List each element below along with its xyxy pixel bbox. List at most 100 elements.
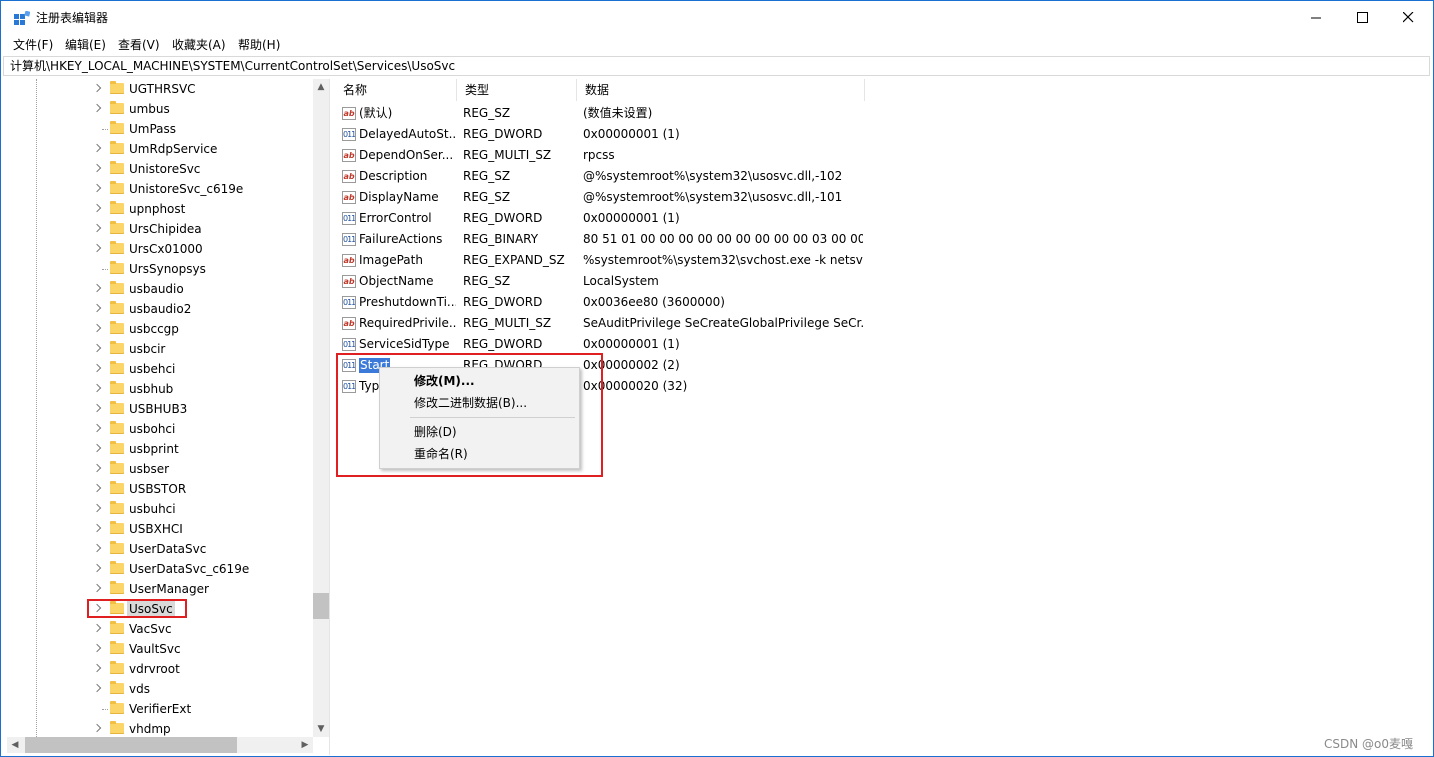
value-row[interactable]: ab ImagePath REG_EXPAND_SZ %systemroot%\sys… bbox=[335, 250, 895, 271]
chevron-right-icon[interactable] bbox=[92, 323, 102, 333]
maximize-button[interactable] bbox=[1339, 1, 1385, 34]
tree-item[interactable]: vhdmp bbox=[7, 719, 317, 739]
column-header-type[interactable]: 类型 bbox=[457, 79, 577, 101]
value-row[interactable]: ab RequiredPrivile... REG_MULTI_SZ SeAuditP… bbox=[335, 313, 895, 334]
tree-item[interactable]: vdrvroot bbox=[7, 659, 317, 679]
tree-horizontal-scrollbar[interactable]: ◀ ▶ bbox=[7, 737, 313, 753]
tree-item[interactable]: UrsCx01000 bbox=[7, 239, 317, 259]
tree-item[interactable]: usbccgp bbox=[7, 319, 317, 339]
scroll-right-icon[interactable]: ▶ bbox=[297, 737, 313, 753]
menu-help[interactable]: 帮助(H) bbox=[238, 37, 280, 53]
tree-scroll-thumb[interactable] bbox=[313, 593, 329, 619]
tree-item[interactable]: usbser bbox=[7, 459, 317, 479]
tree-item[interactable]: usbaudio2 bbox=[7, 299, 317, 319]
chevron-right-icon[interactable] bbox=[92, 463, 102, 473]
scroll-left-icon[interactable]: ◀ bbox=[7, 737, 23, 753]
tree-item[interactable]: USBSTOR bbox=[7, 479, 317, 499]
chevron-right-icon[interactable] bbox=[92, 283, 102, 293]
value-row[interactable]: 011 ServiceSidType REG_DWORD 0x00000001 (1) bbox=[335, 334, 895, 355]
chevron-right-icon[interactable] bbox=[92, 203, 102, 213]
tree-item[interactable]: UrsChipidea bbox=[7, 219, 317, 239]
menu-view[interactable]: 查看(V) bbox=[118, 37, 160, 53]
chevron-right-icon[interactable] bbox=[92, 723, 102, 733]
tree-item[interactable]: usbohci bbox=[7, 419, 317, 439]
tree-item[interactable]: UserDataSvc_c619e bbox=[7, 559, 317, 579]
menu-favorites[interactable]: 收藏夹(A) bbox=[172, 37, 226, 53]
chevron-right-icon[interactable] bbox=[92, 83, 102, 93]
tree-vertical-scrollbar[interactable]: ▲ ▼ bbox=[313, 79, 329, 737]
menu-delete[interactable]: 删除(D) bbox=[414, 425, 457, 440]
tree-hscroll-thumb[interactable] bbox=[25, 737, 237, 753]
tree-item[interactable]: VacSvc bbox=[7, 619, 317, 639]
address-bar[interactable]: 计算机\HKEY_LOCAL_MACHINE\SYSTEM\CurrentCon… bbox=[3, 56, 1430, 76]
tree-item[interactable]: vds bbox=[7, 679, 317, 699]
menu-edit[interactable]: 编辑(E) bbox=[65, 37, 106, 53]
tree-item[interactable]: usbhub bbox=[7, 379, 317, 399]
scroll-up-icon[interactable]: ▲ bbox=[313, 79, 329, 95]
tree-item[interactable]: usbcir bbox=[7, 339, 317, 359]
tree-item[interactable]: VaultSvc bbox=[7, 639, 317, 659]
tree-item[interactable]: UrsSynopsys bbox=[7, 259, 317, 279]
chevron-right-icon[interactable] bbox=[92, 563, 102, 573]
tree-item[interactable]: USBHUB3 bbox=[7, 399, 317, 419]
value-row[interactable]: ab ObjectName REG_SZ LocalSystem bbox=[335, 271, 895, 292]
chevron-right-icon[interactable] bbox=[92, 543, 102, 553]
tree-item[interactable]: UserDataSvc bbox=[7, 539, 317, 559]
tree-item[interactable]: upnphost bbox=[7, 199, 317, 219]
tree-item[interactable]: UnistoreSvc_c619e bbox=[7, 179, 317, 199]
tree-item[interactable]: umbus bbox=[7, 99, 317, 119]
tree-item[interactable]: UGTHRSVC bbox=[7, 79, 317, 99]
chevron-right-icon[interactable] bbox=[92, 503, 102, 513]
tree-item[interactable]: usbaudio bbox=[7, 279, 317, 299]
value-row[interactable]: 011 PreshutdownTi... REG_DWORD 0x0036ee80 (… bbox=[335, 292, 895, 313]
chevron-right-icon[interactable] bbox=[92, 163, 102, 173]
chevron-right-icon[interactable] bbox=[92, 583, 102, 593]
chevron-right-icon[interactable] bbox=[92, 223, 102, 233]
value-row[interactable]: 011 FailureActions REG_BINARY 80 51 01 00 0… bbox=[335, 229, 895, 250]
tree-item[interactable]: usbuhci bbox=[7, 499, 317, 519]
chevron-right-icon[interactable] bbox=[92, 183, 102, 193]
value-row[interactable]: ab DisplayName REG_SZ @%systemroot%\system3… bbox=[335, 187, 895, 208]
chevron-right-icon[interactable] bbox=[92, 443, 102, 453]
value-row[interactable]: ab Description REG_SZ @%systemroot%\system3… bbox=[335, 166, 895, 187]
chevron-right-icon[interactable] bbox=[92, 663, 102, 673]
tree-item-label: usbaudio2 bbox=[129, 302, 192, 316]
value-row[interactable]: ab DependOnSer... REG_MULTI_SZ rpcss bbox=[335, 145, 895, 166]
tree-item[interactable]: UmPass bbox=[7, 119, 317, 139]
chevron-right-icon[interactable] bbox=[92, 483, 102, 493]
chevron-right-icon[interactable] bbox=[92, 623, 102, 633]
chevron-right-icon[interactable] bbox=[92, 383, 102, 393]
chevron-right-icon[interactable] bbox=[92, 523, 102, 533]
chevron-right-icon[interactable] bbox=[92, 103, 102, 113]
chevron-right-icon[interactable] bbox=[92, 643, 102, 653]
chevron-right-icon[interactable] bbox=[92, 343, 102, 353]
menu-file[interactable]: 文件(F) bbox=[13, 37, 53, 53]
chevron-right-icon[interactable] bbox=[92, 423, 102, 433]
chevron-right-icon[interactable] bbox=[92, 303, 102, 313]
column-header-data[interactable]: 数据 bbox=[577, 79, 865, 101]
menu-rename[interactable]: 重命名(R) bbox=[414, 447, 468, 462]
tree-item[interactable]: UnistoreSvc bbox=[7, 159, 317, 179]
menu-modify[interactable]: 修改(M)... bbox=[414, 374, 475, 389]
column-header-name[interactable]: 名称 bbox=[335, 79, 457, 101]
menu-modify-binary[interactable]: 修改二进制数据(B)... bbox=[414, 396, 527, 411]
close-button[interactable] bbox=[1385, 1, 1431, 34]
chevron-right-icon[interactable] bbox=[92, 683, 102, 693]
binary-value-icon: 011 bbox=[342, 212, 356, 225]
tree-item[interactable]: UserManager bbox=[7, 579, 317, 599]
tree-item[interactable]: VerifierExt bbox=[7, 699, 317, 719]
tree-item[interactable]: usbehci bbox=[7, 359, 317, 379]
chevron-right-icon[interactable] bbox=[92, 143, 102, 153]
scroll-down-icon[interactable]: ▼ bbox=[313, 721, 329, 737]
tree-item[interactable]: usbprint bbox=[7, 439, 317, 459]
value-row[interactable]: 011 ErrorControl REG_DWORD 0x00000001 (1) bbox=[335, 208, 895, 229]
minimize-button[interactable] bbox=[1293, 1, 1339, 34]
tree-item[interactable]: USBXHCI bbox=[7, 519, 317, 539]
chevron-right-icon[interactable] bbox=[92, 403, 102, 413]
tree-item[interactable]: UmRdpService bbox=[7, 139, 317, 159]
value-row[interactable]: 011 DelayedAutoSt... REG_DWORD 0x00000001 (… bbox=[335, 124, 895, 145]
chevron-right-icon[interactable] bbox=[92, 243, 102, 253]
value-row[interactable]: ab (默认) REG_SZ (数值未设置) bbox=[335, 103, 895, 124]
key-tree-pane[interactable]: UGTHRSVC umbus UmPass UmRdpService UnistoreS… bbox=[7, 79, 330, 755]
chevron-right-icon[interactable] bbox=[92, 363, 102, 373]
